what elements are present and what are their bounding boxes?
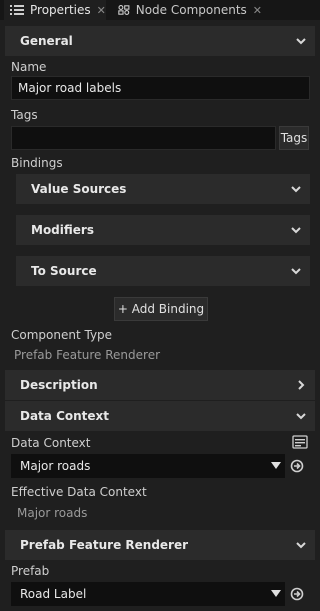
name-value: Major road labels: [18, 81, 122, 95]
section-general[interactable]: General: [5, 26, 315, 56]
chevron-down-icon: [296, 542, 306, 549]
section-title: Description: [20, 378, 98, 392]
section-prefab-feature-renderer[interactable]: Prefab Feature Renderer: [5, 530, 315, 560]
triangle-down-icon: [271, 462, 281, 469]
section-data-context[interactable]: Data Context: [5, 401, 315, 431]
bindings-label: Bindings: [11, 156, 63, 170]
binding-to-source[interactable]: To Source: [16, 256, 310, 286]
components-icon: [118, 5, 130, 15]
tab-label: Node Components: [135, 3, 247, 17]
binding-title: Value Sources: [31, 182, 127, 196]
effective-data-context-value: Major roads: [17, 506, 88, 520]
chevron-down-icon: [296, 38, 306, 45]
prefab-dropdown[interactable]: Road Label: [11, 582, 285, 606]
name-label: Name: [11, 60, 47, 74]
tags-label: Tags: [11, 108, 38, 122]
data-context-dropdown[interactable]: Major roads: [11, 454, 285, 478]
tab-node-components[interactable]: Node Components ✕: [112, 0, 262, 20]
binding-modifiers[interactable]: Modifiers: [16, 215, 310, 245]
component-type-label: Component Type: [11, 328, 113, 342]
binding-value-sources[interactable]: Value Sources: [16, 174, 310, 204]
prefab-label: Prefab: [11, 564, 50, 578]
tab-bar: Properties ✕ Node Components ✕: [0, 0, 320, 20]
close-icon[interactable]: ✕: [253, 4, 262, 17]
tags-field[interactable]: [11, 126, 276, 150]
close-icon[interactable]: ✕: [97, 4, 106, 17]
binding-title: Modifiers: [31, 223, 94, 237]
triangle-down-icon: [271, 590, 281, 597]
data-context-value: Major roads: [20, 459, 91, 473]
tab-properties[interactable]: Properties ✕: [4, 0, 106, 20]
reset-icon[interactable]: [290, 587, 304, 601]
component-type-value: Prefab Feature Renderer: [14, 348, 161, 362]
data-context-label: Data Context: [11, 436, 91, 450]
name-field[interactable]: Major road labels: [11, 76, 310, 100]
reset-icon[interactable]: [290, 459, 304, 473]
chevron-right-icon: [298, 380, 305, 390]
effective-data-context-label: Effective Data Context: [11, 485, 147, 499]
chevron-down-icon: [291, 227, 301, 234]
binding-title: To Source: [31, 264, 97, 278]
section-title: General: [20, 34, 73, 48]
prefab-value: Road Label: [20, 587, 87, 601]
section-description[interactable]: Description: [5, 370, 315, 400]
add-binding-button[interactable]: + Add Binding: [114, 297, 208, 321]
data-context-editor-icon[interactable]: [292, 435, 308, 449]
chevron-down-icon: [296, 413, 306, 420]
tab-label: Properties: [30, 3, 91, 17]
chevron-down-icon: [291, 186, 301, 193]
section-title: Prefab Feature Renderer: [20, 538, 189, 552]
section-title: Data Context: [20, 409, 110, 423]
chevron-down-icon: [291, 268, 301, 275]
tags-button[interactable]: Tags: [279, 126, 309, 150]
list-icon: [10, 5, 24, 15]
